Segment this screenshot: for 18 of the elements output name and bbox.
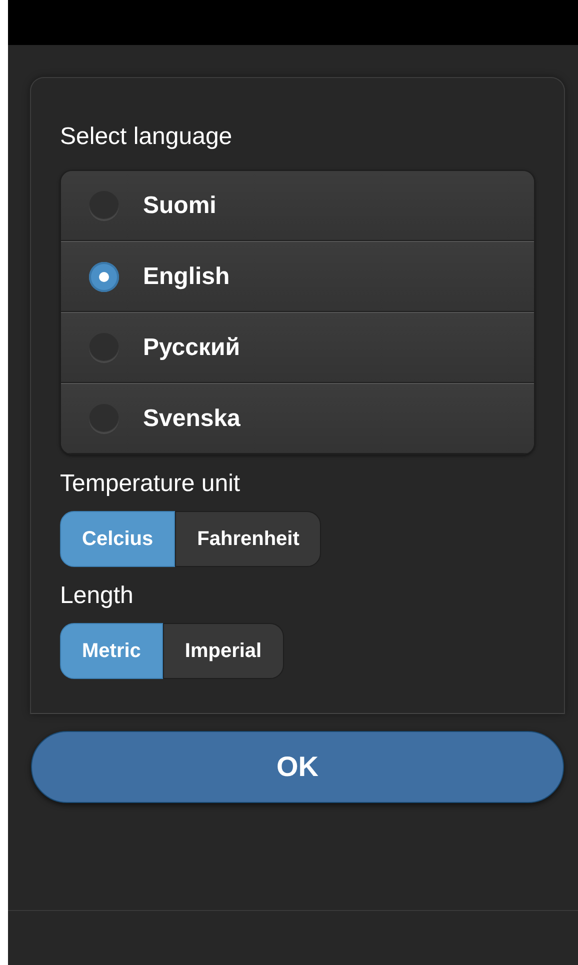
language-option[interactable]: English [61, 241, 534, 312]
section-label: Temperature unit [60, 469, 242, 499]
option-label: Suomi [143, 192, 216, 220]
option-label: English [143, 263, 230, 291]
section-label: Select language [60, 122, 234, 152]
language-option[interactable]: Suomi [61, 171, 534, 241]
radio-button[interactable] [89, 333, 119, 363]
ok-button[interactable]: OK [31, 731, 564, 803]
option-label: Svenska [143, 405, 240, 433]
segment-button[interactable]: Fahrenheit [175, 511, 322, 567]
option-label: Русский [143, 334, 240, 362]
segment-button[interactable]: Imperial [162, 623, 284, 679]
section-label: Length [60, 581, 134, 611]
language-option[interactable]: Svenska [61, 383, 534, 454]
radio-button[interactable] [89, 262, 119, 292]
radio-button[interactable] [89, 404, 119, 434]
radio-button[interactable] [89, 191, 119, 221]
language-option[interactable]: Русский [61, 312, 534, 383]
